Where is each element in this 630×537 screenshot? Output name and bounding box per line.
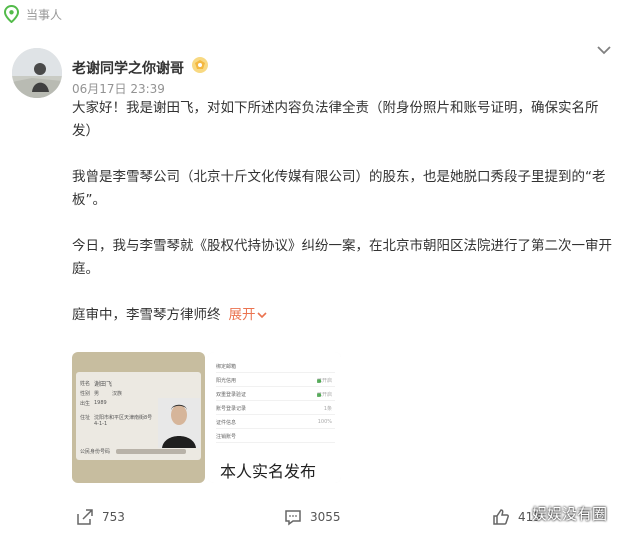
avatar[interactable]: [12, 48, 62, 98]
expand-chevron-icon: [256, 312, 267, 319]
id-sex: 男: [94, 391, 100, 397]
share-button[interactable]: 753: [76, 507, 125, 527]
account-row: 证件信息 100%: [216, 418, 335, 429]
id-birth: 1989: [94, 400, 107, 406]
post-content: 大家好！我是谢田飞，对如下所述内容负法律全责（附身份照片和账号证明，确保实名所发…: [72, 97, 612, 327]
post-paragraph: 我曾是李雪琴公司（北京十斤文化传媒有限公司）的股东，也是她脱口秀段子里提到的“老…: [72, 169, 606, 208]
account-row: 阳光信用 已开启: [216, 376, 335, 387]
id-address-label: 住址: [80, 415, 91, 421]
expand-link[interactable]: 展开: [229, 307, 268, 323]
post-truncated-line: 庭审中，李雪琴方律师终 展开: [72, 304, 612, 327]
topic-label[interactable]: 当事人: [26, 6, 62, 23]
watermark-text: 娱娱没有圈: [532, 505, 608, 523]
id-sex-label: 性别: [80, 391, 91, 397]
portrait-image: [158, 398, 200, 448]
share-count: 753: [102, 510, 125, 524]
id-name-label: 姓名: [80, 381, 91, 387]
account-row: 双重登录验证 已开启: [216, 390, 335, 401]
post-timestamp[interactable]: 06月17日 23:39: [72, 80, 165, 97]
topic-bar: 当事人: [0, 0, 630, 28]
id-birth-label: 出生: [80, 401, 91, 407]
account-screenshot: 绑定邮箱 阳光信用 已开启 双重登录验证 已开启 账号登录记录 1条 证件信息 100%…: [208, 352, 341, 483]
account-row: 绑定邮箱: [216, 362, 335, 373]
id-photo: [158, 398, 200, 448]
location-pin-icon: [4, 5, 19, 23]
avatar-image: [12, 48, 62, 98]
id-ethnicity: 汉族: [112, 391, 123, 397]
comment-button[interactable]: 3055: [284, 507, 341, 527]
account-row: 账号登录记录 1条: [216, 404, 335, 415]
expand-label: 展开: [228, 307, 256, 323]
post-paragraph: 今日，我与李雪琴就《股权代持协议》纠纷一案，在北京市朝阳区法院进行了第二次一审开…: [72, 238, 612, 277]
thumbs-up-icon: [493, 509, 509, 525]
chevron-down-icon[interactable]: [596, 42, 612, 58]
account-row: 注销账号: [216, 432, 335, 443]
id-number-label: 公民身份号码: [80, 449, 111, 455]
id-card: 姓名 谢田飞 性别 男 汉族 出生 1989 住址 沈阳市和平区天津南街8号 4…: [76, 372, 201, 460]
share-icon: [77, 509, 93, 525]
truncated-text: 庭审中，李雪琴方律师终: [72, 307, 221, 323]
fan-badge-icon[interactable]: [190, 55, 210, 75]
username[interactable]: 老谢同学之你谢哥: [72, 58, 184, 78]
id-number-blur: [116, 449, 186, 454]
post-paragraph: 大家好！我是谢田飞，对如下所述内容负法律全责（附身份照片和账号证明，确保实名所发…: [72, 100, 599, 139]
image-caption: 本人实名发布: [220, 462, 317, 481]
comment-count: 3055: [310, 510, 341, 524]
id-card-thumbnail[interactable]: 姓名 谢田飞 性别 男 汉族 出生 1989 住址 沈阳市和平区天津南街8号 4…: [72, 352, 205, 483]
account-proof-thumbnail[interactable]: 绑定邮箱 阳光信用 已开启 双重登录验证 已开启 账号登录记录 1条 证件信息 100%…: [208, 352, 341, 483]
id-address: 沈阳市和平区天津南街8号: [94, 415, 153, 421]
id-address-2: 4-1-1: [94, 421, 108, 427]
comment-icon: [285, 510, 301, 526]
id-name: 谢田飞: [94, 381, 113, 388]
